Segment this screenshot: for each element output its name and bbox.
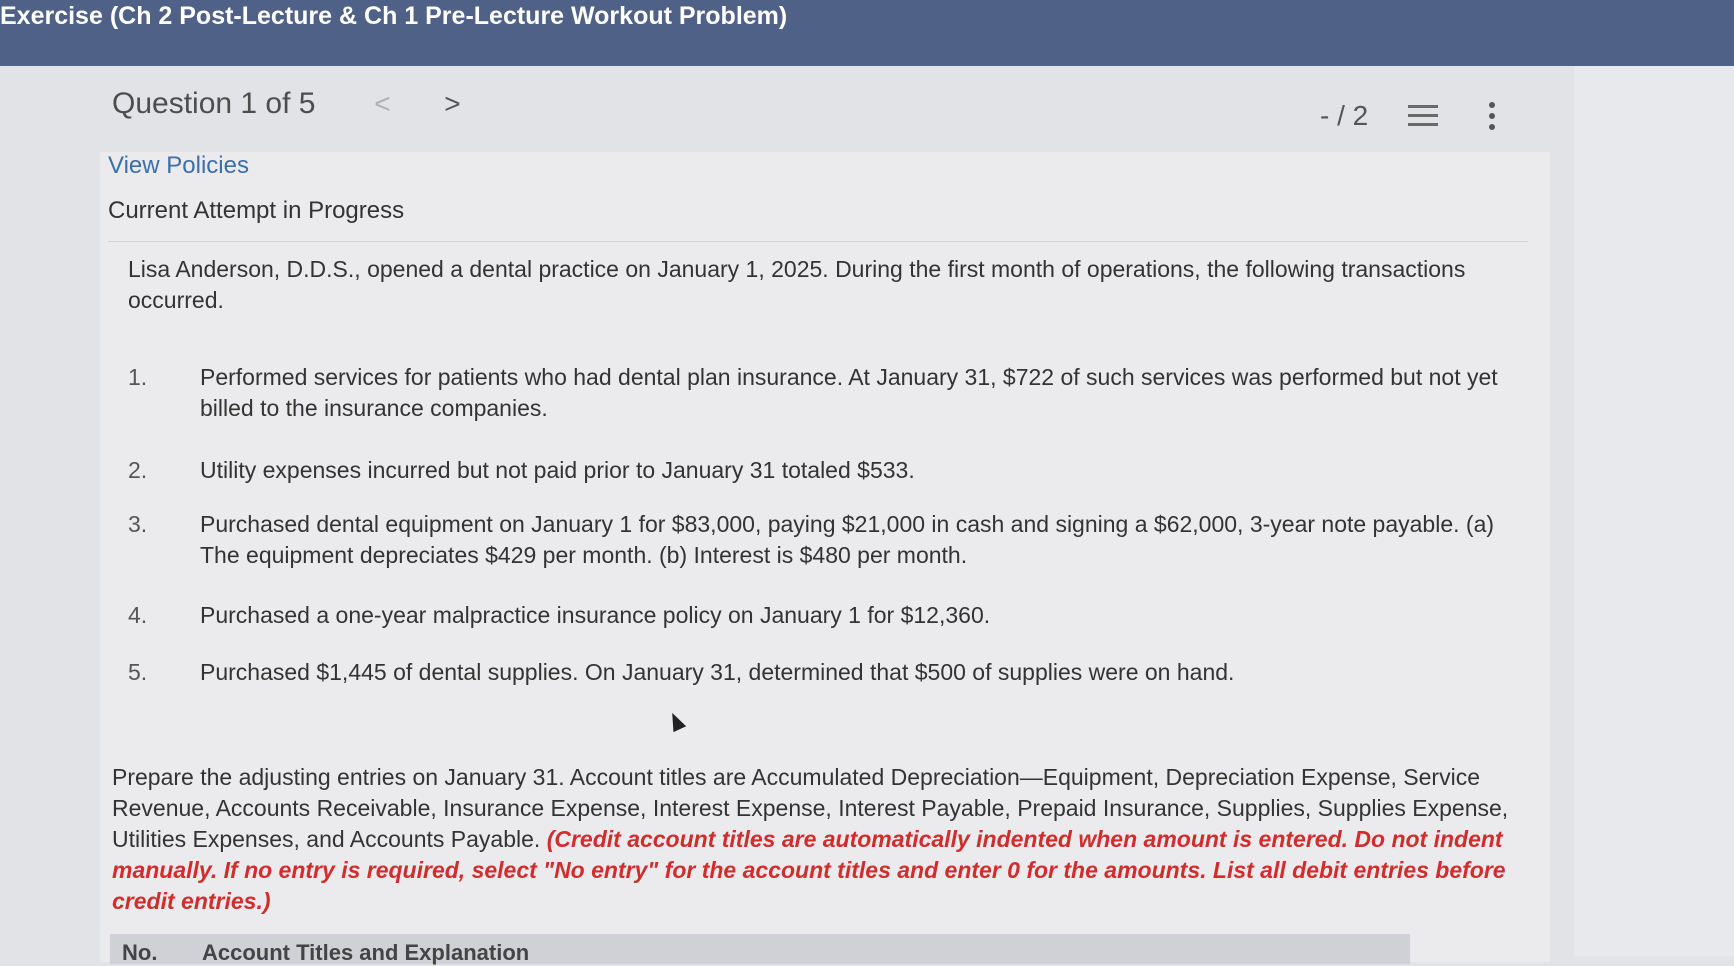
transaction-number: 5.: [128, 659, 148, 685]
transaction-item: 1. Performed services for patients who h…: [128, 362, 1528, 424]
transaction-number: 4.: [128, 602, 148, 628]
assignment-title: Exercise (Ch 2 Post-Lecture & Ch 1 Pre-L…: [0, 2, 788, 30]
next-question-button[interactable]: >: [437, 88, 467, 120]
transaction-item: 4. Purchased a one-year malpractice insu…: [128, 600, 1528, 631]
right-gutter: [1574, 66, 1734, 956]
problem-intro: Lisa Anderson, D.D.S., opened a dental p…: [128, 256, 1466, 313]
instructions: Prepare the adjusting entries on January…: [112, 762, 1532, 917]
question-list-icon[interactable]: [1408, 103, 1439, 129]
column-account-titles: Account Titles and Explanation: [202, 940, 530, 965]
view-policies-link[interactable]: View Policies: [108, 152, 249, 180]
transaction-text: Performed services for patients who had …: [200, 364, 1498, 421]
transaction-item: 5. Purchased $1,445 of dental supplies. …: [128, 657, 1528, 688]
more-options-icon[interactable]: [1488, 102, 1496, 130]
title-bar: Exercise (Ch 2 Post-Lecture & Ch 1 Pre-L…: [0, 0, 1734, 66]
transaction-item: 2. Utility expenses incurred but not pai…: [128, 455, 1528, 486]
question-counter: Question 1 of 5: [112, 87, 316, 120]
transaction-text: Utility expenses incurred but not paid p…: [200, 457, 915, 483]
transaction-number: 3.: [128, 511, 148, 537]
transaction-number: 2.: [128, 457, 148, 483]
journal-table-header: No. Account Titles and Explanation: [110, 934, 1410, 965]
divider: [108, 241, 1528, 242]
transaction-number: 1.: [128, 364, 148, 390]
question-toolbar: - / 2: [1320, 100, 1496, 132]
attempt-status: Current Attempt in Progress: [108, 197, 405, 224]
transaction-text: Purchased $1,445 of dental supplies. On …: [200, 659, 1235, 685]
question-navigation: Question 1 of 5 < >: [112, 84, 467, 124]
score-display: - / 2: [1320, 100, 1369, 131]
transaction-item: 3. Purchased dental equipment on January…: [128, 509, 1528, 571]
transaction-text: Purchased a one-year malpractice insuran…: [200, 602, 991, 628]
previous-question-button[interactable]: <: [367, 88, 397, 120]
column-no: No.: [122, 940, 158, 965]
transaction-text: Purchased dental equipment on January 1 …: [200, 511, 1495, 568]
